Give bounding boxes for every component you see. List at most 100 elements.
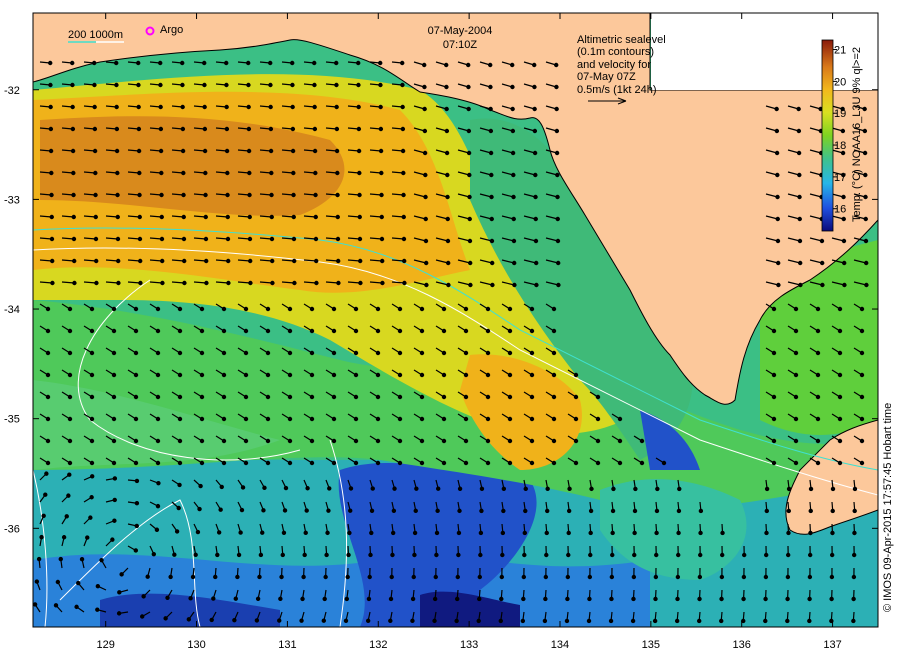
- title-time: 07:10Z: [443, 39, 478, 51]
- velocity-arrowhead: [221, 460, 227, 466]
- velocity-arrowhead: [533, 172, 538, 178]
- velocity-arrowhead: [115, 192, 120, 198]
- velocity-arrowhead: [133, 460, 139, 466]
- velocity-arrowhead: [401, 214, 406, 220]
- velocity-arrowhead: [243, 460, 249, 466]
- velocity-arrowhead: [168, 574, 173, 580]
- velocity-arrowhead: [815, 460, 821, 466]
- velocity-arrowhead: [255, 596, 261, 602]
- velocity-arrowhead: [389, 574, 394, 580]
- velocity-arrowhead: [134, 478, 140, 484]
- velocity-arrowhead: [500, 530, 506, 536]
- velocity-arrowhead: [380, 258, 385, 264]
- velocity-arrowhead: [485, 372, 491, 378]
- velocity-arrowhead: [441, 438, 447, 444]
- lat-tick-label: -35: [4, 414, 20, 426]
- velocity-arrowhead: [70, 148, 76, 154]
- velocity-arrowhead: [269, 192, 274, 198]
- velocity-arrowhead: [218, 507, 223, 512]
- velocity-arrowhead: [798, 282, 803, 288]
- velocity-arrowhead: [325, 530, 330, 536]
- velocity-arrowhead: [456, 530, 462, 536]
- velocity-arrowhead: [859, 328, 865, 334]
- velocity-arrowhead: [774, 106, 779, 112]
- velocity-arrowhead: [145, 574, 150, 579]
- velocity-arrowhead: [863, 216, 868, 222]
- velocity-arrowhead: [313, 192, 318, 198]
- velocity-arrowhead: [287, 372, 293, 378]
- velocity-arrowhead: [137, 258, 143, 264]
- velocity-arrowhead: [202, 126, 208, 132]
- velocity-arrowhead: [375, 350, 381, 356]
- velocity-arrowhead: [44, 471, 49, 476]
- velocity-arrowhead: [485, 328, 491, 334]
- velocity-arrowhead: [48, 104, 53, 110]
- velocity-arrowhead: [397, 350, 403, 356]
- velocity-arrowhead: [819, 238, 825, 244]
- velocity-arrowhead: [676, 508, 682, 514]
- velocity-arrowhead: [177, 482, 182, 488]
- velocity-arrowhead: [203, 236, 209, 242]
- velocity-arrowhead: [532, 84, 537, 90]
- velocity-arrowhead: [573, 394, 579, 400]
- velocity-arrowhead: [793, 438, 799, 444]
- velocity-arrowhead: [43, 492, 48, 497]
- velocity-arrowhead: [521, 574, 527, 580]
- velocity-arrowhead: [312, 60, 317, 66]
- velocity-arrowhead: [863, 238, 869, 244]
- velocity-arrowhead: [369, 530, 374, 536]
- velocity-arrowhead: [287, 416, 293, 422]
- velocity-arrowhead: [283, 485, 289, 491]
- velocity-arrowhead: [199, 372, 205, 378]
- velocity-arrowhead: [331, 438, 337, 444]
- colorbar-tick-label: 16: [834, 204, 846, 216]
- velocity-arrowhead: [290, 126, 296, 132]
- velocity-arrowhead: [859, 438, 865, 444]
- velocity-arrowhead: [291, 192, 296, 198]
- velocity-arrowhead: [99, 557, 104, 563]
- velocity-arrowhead: [837, 438, 843, 444]
- velocity-arrowhead: [309, 350, 315, 356]
- velocity-arrowhead: [261, 508, 266, 513]
- velocity-arrowhead: [221, 328, 227, 334]
- velocity-arrowhead: [67, 416, 73, 422]
- velocity-arrowhead: [378, 126, 384, 132]
- velocity-arrowhead: [115, 170, 120, 176]
- velocity-arrowhead: [115, 214, 120, 220]
- velocity-arrowhead: [292, 258, 297, 264]
- velocity-arrowhead: [335, 236, 341, 242]
- velocity-arrowhead: [92, 60, 97, 66]
- velocity-arrowhead: [313, 214, 318, 220]
- velocity-arrowhead: [842, 282, 847, 288]
- velocity-arrowhead: [400, 104, 405, 110]
- velocity-arrowhead: [239, 507, 245, 513]
- lon-tick-label: 137: [823, 639, 841, 651]
- velocity-arrowhead: [432, 618, 437, 624]
- velocity-arrowhead: [379, 170, 384, 176]
- velocity-arrowhead: [370, 486, 375, 491]
- velocity-arrowhead: [466, 128, 472, 134]
- velocity-arrowhead: [177, 394, 183, 400]
- velocity-arrowhead: [488, 128, 494, 134]
- velocity-arrowhead: [159, 192, 164, 198]
- colorbar-tick-label: 17: [834, 172, 846, 184]
- velocity-arrowhead: [331, 350, 337, 356]
- velocity-arrowhead: [71, 258, 77, 264]
- velocity-arrowhead: [400, 60, 405, 66]
- velocity-arrowhead: [321, 618, 326, 623]
- velocity-arrowhead: [545, 486, 550, 492]
- velocity-arrowhead: [335, 214, 340, 220]
- velocity-arrowhead: [500, 552, 505, 558]
- velocity-arrowhead: [112, 476, 118, 481]
- velocity-arrowhead: [479, 508, 484, 514]
- velocity-arrowhead: [186, 617, 192, 622]
- velocity-arrowhead: [290, 104, 295, 110]
- velocity-arrowhead: [793, 328, 799, 334]
- velocity-arrowhead: [419, 438, 425, 444]
- velocity-arrowhead: [529, 394, 535, 400]
- velocity-arrowhead: [532, 106, 537, 112]
- velocity-arrowhead: [133, 306, 139, 312]
- velocity-arrowhead: [375, 460, 381, 466]
- velocity-arrowhead: [632, 552, 637, 558]
- velocity-arrowhead: [180, 82, 185, 88]
